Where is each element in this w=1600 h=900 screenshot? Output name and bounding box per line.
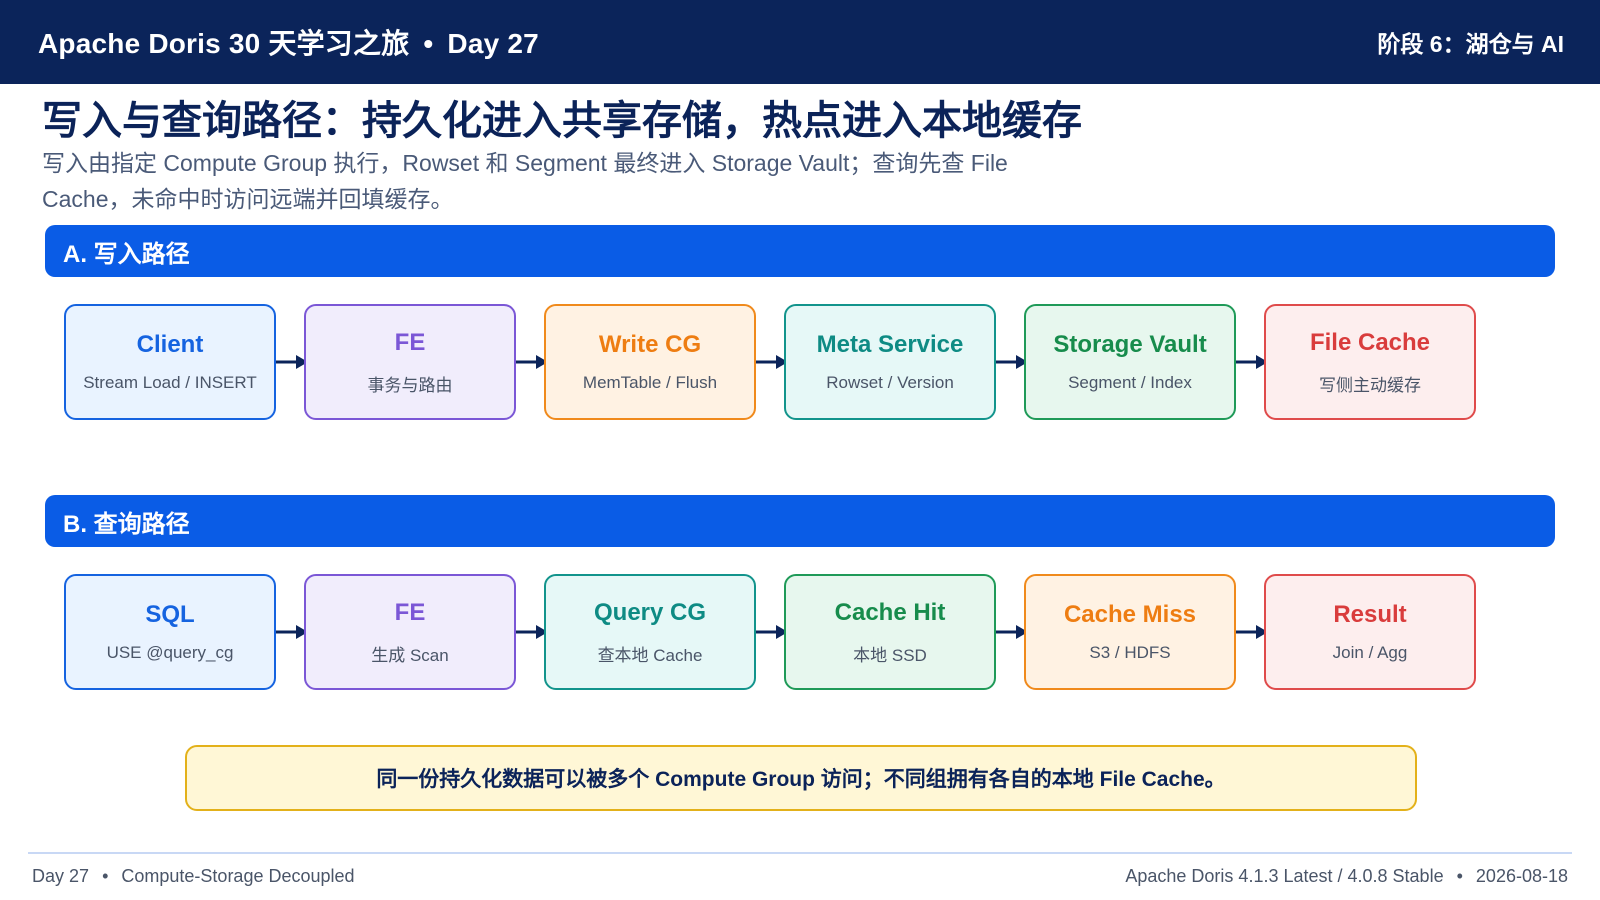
section-a-label: A. 写入路径 — [63, 240, 190, 268]
flow-node: Client Stream Load / INSERT — [64, 304, 276, 420]
flow-node-subtitle: Stream Load / INSERT — [83, 373, 257, 392]
flow-node-title: Write CG — [598, 331, 702, 358]
header-day: Day 27 — [447, 28, 539, 59]
footer-day: Day 27 — [32, 866, 90, 886]
section-b-label: B. 查询路径 — [63, 510, 190, 538]
flow-node: Result Join / Agg — [1264, 574, 1476, 690]
flow-node-subtitle: MemTable / Flush — [582, 373, 718, 392]
flow-node-subtitle: 本地 SSD — [853, 645, 927, 665]
flow-node: Storage Vault Segment / Index — [1024, 304, 1236, 420]
footer-separator: • — [102, 866, 109, 886]
flow-node-subtitle: 写侧主动缓存 — [1319, 375, 1421, 395]
flow-node-title: Query CG — [593, 598, 707, 626]
flow-node-title: FE — [394, 598, 426, 626]
flow-node-subtitle: USE @query_cg — [106, 643, 234, 662]
flow-node: Meta Service Rowset / Version — [784, 304, 996, 420]
flow-node-title: Storage Vault — [1053, 331, 1207, 358]
flow-node-subtitle: Join / Agg — [1332, 643, 1408, 662]
header-bar: Apache Doris 30 天学习之旅 • Day 27 阶段 6：湖仓与 AI — [0, 0, 1600, 84]
header-separator: • — [423, 28, 434, 59]
callout-note-text: 同一份持久化数据可以被多个 Compute Group 访问；不同组拥有各自的本… — [376, 768, 1226, 791]
write-path-flow: Client Stream Load / INSERT FE 事务与路由 Write C… — [64, 304, 1504, 422]
footer-left: Day 27 • Compute-Storage Decoupled — [32, 866, 355, 887]
query-path-flow: SQL USE @query_cg FE 生成 Scan Query CG 查本地 Cac… — [64, 574, 1504, 692]
footer-right: Apache Doris 4.1.3 Latest / 4.0.8 Stable… — [1125, 866, 1568, 887]
flow-node-title: SQL — [145, 601, 195, 628]
flow-node: Write CG MemTable / Flush — [544, 304, 756, 420]
page-title: 写入与查询路径：持久化进入共享存储，热点进入本地缓存 — [42, 99, 1082, 143]
flow-node-subtitle: Rowset / Version — [826, 373, 954, 392]
page-subtitle: 写入由指定 Compute Group 执行，Rowset 和 Segment … — [42, 150, 1008, 212]
flow-node-title: Client — [136, 331, 204, 358]
flow-node: FE 事务与路由 — [304, 304, 516, 420]
flow-node-title: Meta Service — [816, 331, 964, 358]
flow-node-title: File Cache — [1309, 328, 1431, 356]
callout-note: 同一份持久化数据可以被多个 Compute Group 访问；不同组拥有各自的本… — [185, 745, 1417, 811]
flow-node-subtitle: S3 / HDFS — [1089, 643, 1171, 662]
flow-node: Cache Miss S3 / HDFS — [1024, 574, 1236, 690]
flow-node-title: FE — [394, 328, 426, 356]
footer-version: Apache Doris 4.1.3 Latest / 4.0.8 Stable — [1125, 866, 1444, 886]
flow-node-title: Cache Hit — [834, 598, 946, 626]
stage-label: 阶段 6：湖仓与 AI — [1377, 31, 1564, 57]
flow-node: Query CG 查本地 Cache — [544, 574, 756, 690]
footer-separator: • — [1456, 866, 1463, 886]
header-brand: Apache Doris 30 天学习之旅 • Day 27 — [38, 22, 539, 62]
flow-node-subtitle: 事务与路由 — [367, 375, 453, 395]
flow-node: FE 生成 Scan — [304, 574, 516, 690]
flow-node-subtitle: 查本地 Cache — [597, 645, 703, 665]
flow-node: File Cache 写侧主动缓存 — [1264, 304, 1476, 420]
section-b-header: B. 查询路径 — [45, 495, 1555, 547]
flow-node-subtitle: 生成 Scan — [371, 645, 449, 665]
footer-divider — [28, 852, 1572, 854]
footer-date: 2026-08-18 — [1475, 866, 1568, 886]
flow-node: Cache Hit 本地 SSD — [784, 574, 996, 690]
flow-node-title: Result — [1333, 601, 1407, 628]
brand-title: Apache Doris 30 天学习之旅 — [38, 28, 410, 59]
section-a-header: A. 写入路径 — [45, 225, 1555, 277]
flow-node-title: Cache Miss — [1063, 601, 1197, 628]
flow-node: SQL USE @query_cg — [64, 574, 276, 690]
footer-topic: Compute-Storage Decoupled — [121, 866, 355, 886]
flow-node-subtitle: Segment / Index — [1068, 373, 1192, 392]
